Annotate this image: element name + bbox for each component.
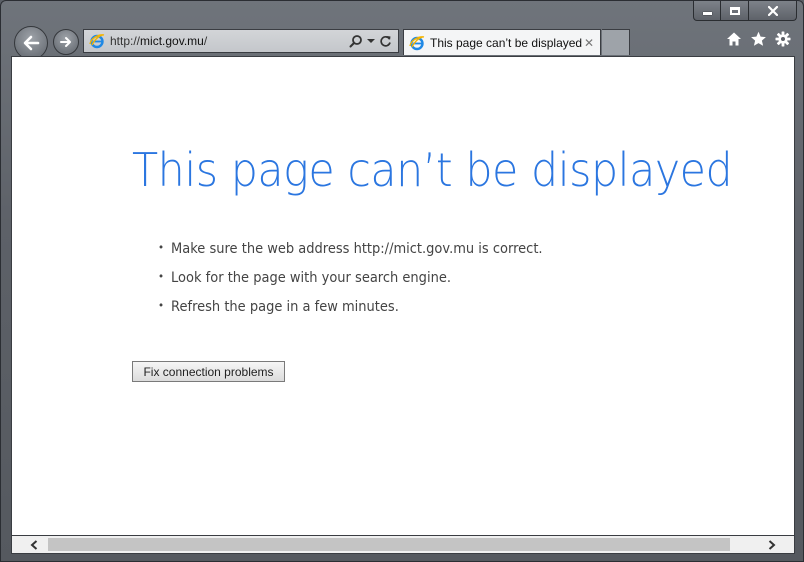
arrow-left-icon [23,35,40,51]
url-domain: mict.gov.mu [140,34,204,48]
list-item: Refresh the page in a few minutes. [158,299,543,328]
url-scheme: http:// [110,34,141,48]
url-text[interactable]: http://mict.gov.mu/ [110,34,349,48]
horizontal-scrollbar[interactable] [11,536,795,554]
close-button[interactable] [749,1,797,21]
ie-icon [409,35,425,50]
tab-close-icon[interactable]: ✕ [584,36,594,50]
favorites-star-icon[interactable] [750,31,767,51]
address-bar[interactable]: http://mict.gov.mu/ [83,29,399,53]
list-item: Make sure the web address http://mict.go… [158,241,543,270]
fix-connection-problems-button[interactable]: Fix connection problems [132,361,285,382]
command-icons [726,31,791,51]
search-icon[interactable] [349,34,363,48]
settings-gear-icon[interactable] [775,31,791,51]
ie-icon [89,34,105,49]
list-item: Look for the page with your search engin… [158,270,543,299]
refresh-icon[interactable] [379,35,392,48]
scroll-left-icon[interactable] [22,536,46,553]
arrow-right-icon [60,37,71,47]
new-tab-button[interactable] [602,29,630,55]
tab-active[interactable]: This page can’t be displayed ✕ [403,29,601,55]
back-button[interactable] [14,26,48,60]
home-icon[interactable] [726,31,742,51]
troubleshooting-list: Make sure the web address http://mict.go… [158,241,572,328]
maximize-icon [729,6,740,15]
dropdown-icon[interactable] [367,38,375,44]
url-path: / [203,34,208,48]
close-icon [767,5,778,16]
scrollbar-thumb[interactable] [48,538,730,551]
browser-window: http://mict.gov.mu/ This page can’t be d… [0,0,804,562]
maximize-button[interactable] [721,1,749,21]
error-title: This page can’t be displayed [132,143,733,197]
caption-buttons [693,1,797,21]
address-tools [349,34,392,48]
tab-title: This page can’t be displayed [430,35,583,50]
page-content: This page can’t be displayed Make sure t… [11,56,795,536]
scroll-right-icon[interactable] [760,536,784,553]
minimize-button[interactable] [693,1,721,21]
forward-button[interactable] [53,29,79,55]
minimize-icon [702,11,712,15]
